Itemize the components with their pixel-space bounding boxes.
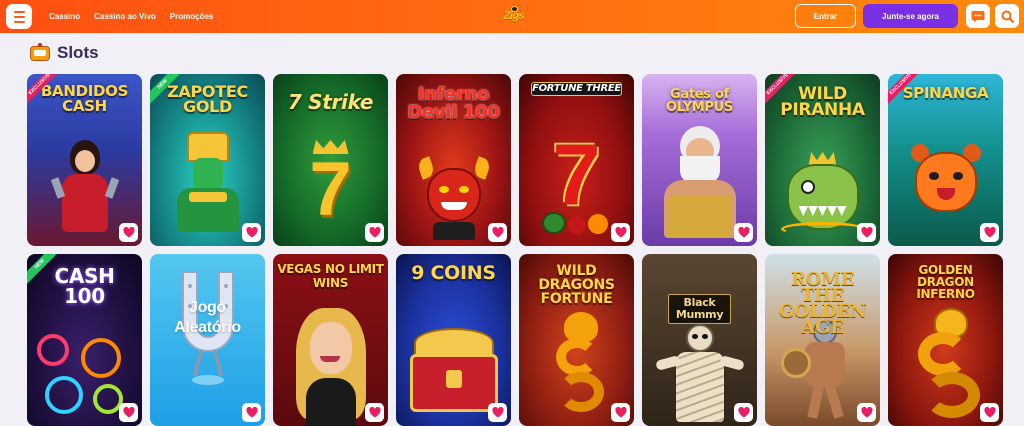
game-title: Jogo Aleatório [174,299,241,336]
favorite-button[interactable] [119,223,138,242]
favorite-button[interactable] [734,403,753,422]
nav-link-casino[interactable]: Cassino [49,12,80,21]
game-title: Black Mummy [668,294,731,324]
hamburger-menu-button[interactable] [6,4,32,29]
favorite-button[interactable] [119,403,138,422]
game-card-zapotec-gold[interactable]: ZAPOTEC GOLD NEW [150,74,265,246]
slot-machine-icon [29,43,51,63]
top-header: Cassino Cassino ao Vivo Promoções Zigs E… [0,0,1024,33]
game-title: BANDIDOS CASH [40,82,129,115]
heart-icon [860,227,873,238]
game-title: Gates of OLYMPUS [665,87,733,115]
search-button[interactable] [995,4,1019,28]
game-title: VEGAS NO LIMIT WINS [277,262,384,290]
favorite-button[interactable] [734,223,753,242]
game-card-black-mummy[interactable]: Black Mummy [642,254,757,426]
heart-icon [983,227,996,238]
menu-icon-line [13,20,25,23]
nav-link-promotions[interactable]: Promoções [170,12,214,21]
favorite-button[interactable] [611,403,630,422]
game-title: CASH 100 [54,264,115,308]
game-card-cash-100[interactable]: CASH 100 NEW [27,254,142,426]
game-title: SPINANGA [902,84,989,102]
game-title: ZAPOTEC GOLD [167,82,248,116]
main-nav: Cassino Cassino ao Vivo Promoções [49,0,213,33]
game-title: 9 COINS [411,262,496,284]
favorite-button[interactable] [242,403,261,422]
heart-icon [614,407,627,418]
favorite-button[interactable] [488,223,507,242]
game-title: Inferno Devil 100 [407,84,500,123]
section-header: Slots [29,42,99,64]
game-card-fortune-three[interactable]: 7 FORTUNE THREE [519,74,634,246]
game-title: GOLDEN DRAGON INFERNO [916,263,975,301]
heart-icon [122,227,135,238]
heart-icon [491,407,504,418]
game-title: ROME THE GOLDEN AGE [778,269,867,338]
login-button[interactable]: Entrar [795,4,856,28]
brand-logo[interactable]: Zigs [496,6,532,26]
search-icon [1001,10,1014,23]
join-now-button[interactable]: Junte-se agora [863,4,958,28]
heart-icon [860,407,873,418]
game-card-wild-dragons-fortune[interactable]: WILD DRAGONS FORTUNE [519,254,634,426]
game-card-spinanga[interactable]: SPINANGA EXCLUSIVE [888,74,1003,246]
game-card-wild-piranha[interactable]: WILD PIRANHA EXCLUSIVE [765,74,880,246]
nav-link-live-casino[interactable]: Cassino ao Vivo [94,12,156,21]
menu-icon-line [13,15,25,18]
game-card-golden-dragon-inferno[interactable]: GOLDEN DRAGON INFERNO [888,254,1003,426]
game-card-vegas-no-limit-wins[interactable]: VEGAS NO LIMIT WINS [273,254,388,426]
favorite-button[interactable] [857,223,876,242]
logo-text: Zigs [503,10,525,22]
chat-button[interactable] [966,4,990,28]
heart-icon [614,227,627,238]
favorite-button[interactable] [488,403,507,422]
heart-icon [368,227,381,238]
heart-icon [368,407,381,418]
heart-icon [737,227,750,238]
heart-icon [245,407,258,418]
game-card-gates-of-olympus[interactable]: Gates of OLYMPUS [642,74,757,246]
game-card-rome-the-golden-age[interactable]: ROME THE GOLDEN AGE [765,254,880,426]
favorite-button[interactable] [365,403,384,422]
game-card-inferno-devil-100[interactable]: Inferno Devil 100 [396,74,511,246]
game-card-7-strike[interactable]: 7 7 Strike [273,74,388,246]
game-title: WILD DRAGONS FORTUNE [538,263,615,307]
games-grid: BANDIDOS CASH EXCLUSIVE ZAPOTEC GOLD NEW… [27,74,1003,426]
heart-icon [245,227,258,238]
chat-icon [971,10,985,22]
section-title: Slots [57,43,99,62]
game-card-9-coins[interactable]: 9 COINS [396,254,511,426]
favorite-button[interactable] [980,223,999,242]
favorite-button[interactable] [857,403,876,422]
game-card-random-game[interactable]: Jogo Aleatório [150,254,265,426]
heart-icon [122,407,135,418]
heart-icon [737,407,750,418]
menu-icon-line [13,10,25,13]
game-title: FORTUNE THREE [531,82,622,96]
game-card-bandidos-cash[interactable]: BANDIDOS CASH EXCLUSIVE [27,74,142,246]
game-title: WILD PIRANHA [780,84,865,120]
game-title: 7 Strike [287,90,374,114]
favorite-button[interactable] [611,223,630,242]
heart-icon [491,227,504,238]
favorite-button[interactable] [242,223,261,242]
favorite-button[interactable] [980,403,999,422]
favorite-button[interactable] [365,223,384,242]
heart-icon [983,407,996,418]
